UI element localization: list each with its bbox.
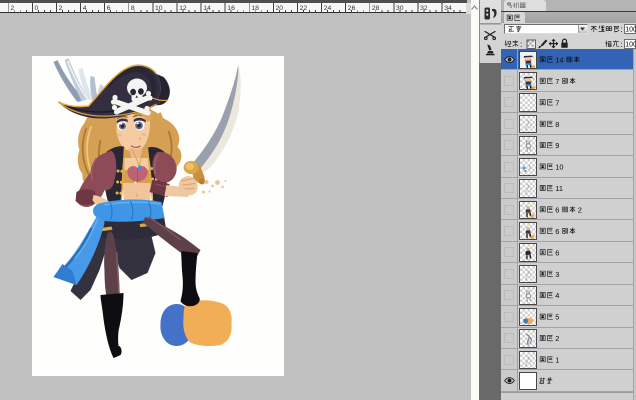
svg-text:3: 3 <box>555 270 559 279</box>
svg-text:2: 2 <box>555 334 559 343</box>
svg-text:100: 100 <box>625 42 636 49</box>
svg-text:5: 5 <box>555 313 559 322</box>
svg-text:100: 100 <box>625 27 636 34</box>
svg-text:7: 7 <box>555 77 559 86</box>
svg-text:6: 6 <box>555 227 559 236</box>
svg-text:6: 6 <box>555 248 559 257</box>
svg-text:2: 2 <box>578 206 582 215</box>
svg-text:14: 14 <box>555 56 563 65</box>
svg-text::: : <box>621 25 623 34</box>
svg-text:9: 9 <box>555 141 559 150</box>
svg-text:8: 8 <box>555 120 559 129</box>
svg-text:4: 4 <box>555 291 559 300</box>
svg-text:6: 6 <box>555 206 559 215</box>
svg-text:10: 10 <box>555 163 563 172</box>
svg-text:1: 1 <box>555 356 559 365</box>
svg-text:11: 11 <box>555 184 563 193</box>
svg-text::: : <box>621 40 623 49</box>
svg-text:7: 7 <box>555 98 559 107</box>
svg-text::: : <box>520 40 522 49</box>
